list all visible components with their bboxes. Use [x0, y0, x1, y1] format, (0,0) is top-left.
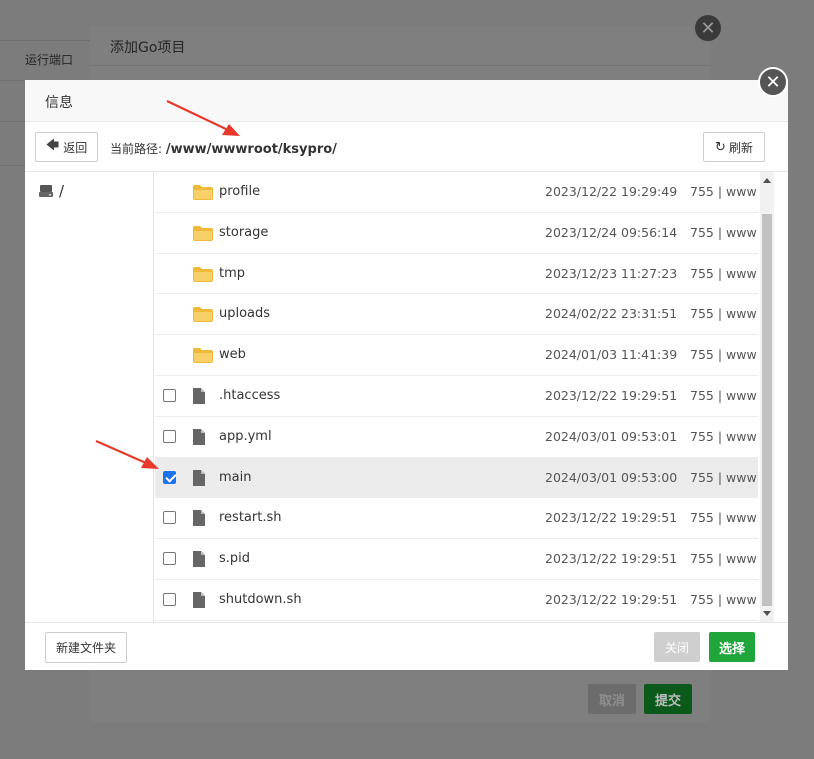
- choose-button[interactable]: 选择: [709, 632, 755, 662]
- file-name: storage: [219, 224, 269, 240]
- scroll-down-icon[interactable]: [763, 611, 771, 616]
- file-date: 2023/12/22 19:29:49: [545, 184, 678, 199]
- file-date: 2023/12/24 09:56:14: [545, 224, 678, 240]
- file-permission: 755 | www: [690, 184, 757, 199]
- file-permission: 755 | www: [690, 387, 757, 403]
- folder-icon: [193, 225, 213, 241]
- file-icon: [193, 510, 205, 527]
- file-name: s.pid: [219, 551, 251, 567]
- dialog-title: 信息: [25, 80, 788, 122]
- file-row[interactable]: app.yml 2024/03/01 09:53:01 755 | www: [155, 417, 758, 458]
- file-name: web: [219, 347, 246, 363]
- file-icon: [193, 591, 205, 608]
- file-checkbox[interactable]: [163, 388, 176, 402]
- file-checkbox[interactable]: [163, 429, 176, 443]
- file-picker-dialog: 信息 🡄 返回 当前路径: /www/wwwroot/ksypro/ ↻ 刷新 …: [25, 80, 788, 670]
- file-row[interactable]: tmp 2023/12/23 11:27:23 755 | www: [155, 254, 758, 295]
- file-name: main: [219, 469, 252, 485]
- directory-tree: /: [25, 172, 154, 622]
- file-row[interactable]: restart.sh 2023/12/22 19:29:51 755 | www: [155, 498, 758, 540]
- file-date: 2023/12/22 19:29:51: [545, 551, 678, 567]
- file-name: profile: [219, 184, 261, 199]
- file-row[interactable]: .htaccess 2023/12/22 19:29:51 755 | www: [155, 376, 758, 417]
- file-date: 2024/03/01 09:53:00: [545, 469, 678, 485]
- file-permission: 755 | www: [690, 224, 757, 240]
- file-permission: 755 | www: [690, 265, 757, 281]
- drive-icon: [39, 185, 53, 197]
- submit-button[interactable]: 提交: [644, 684, 692, 714]
- root-label: /: [59, 182, 65, 200]
- file-row[interactable]: web 2024/01/03 11:41:39 755 | www: [155, 335, 758, 376]
- file-row[interactable]: s.pid 2023/12/22 19:29:51 755 | www: [155, 539, 758, 580]
- current-path: 当前路径: /www/wwwroot/ksypro/: [110, 140, 337, 157]
- file-list-scrollbar[interactable]: [760, 172, 774, 622]
- new-folder-button[interactable]: 新建文件夹: [45, 632, 127, 663]
- file-date: 2023/12/22 19:29:51: [545, 591, 678, 607]
- refresh-label: 刷新: [728, 140, 753, 155]
- close-under-dialog-icon[interactable]: ✕: [693, 13, 723, 43]
- file-icon: [193, 469, 205, 486]
- background-column-label: 运行端口: [25, 53, 74, 67]
- file-permission: 755 | www: [690, 591, 757, 607]
- path-bar: 🡄 返回 当前路径: /www/wwwroot/ksypro/ ↻ 刷新: [25, 122, 788, 172]
- file-list: profile 2023/12/22 19:29:49 755 | www stora…: [155, 172, 758, 622]
- folder-icon: [193, 266, 213, 282]
- refresh-icon: ↻: [715, 139, 726, 155]
- file-name: tmp: [219, 265, 246, 281]
- close-button[interactable]: 关闭: [654, 632, 700, 662]
- file-name: .htaccess: [219, 387, 281, 403]
- path-label: 当前路径:: [110, 142, 163, 156]
- file-name: app.yml: [219, 428, 272, 444]
- file-icon: [193, 387, 205, 404]
- file-row[interactable]: storage 2023/12/24 09:56:14 755 | www: [155, 213, 758, 254]
- file-date: 2023/12/23 11:27:23: [545, 265, 678, 281]
- file-permission: 755 | www: [690, 428, 757, 444]
- file-row[interactable]: profile 2023/12/22 19:29:49 755 | www: [155, 172, 758, 213]
- file-icon: [193, 551, 205, 568]
- file-checkbox[interactable]: [163, 470, 176, 484]
- cancel-button[interactable]: 取消: [588, 684, 636, 714]
- close-dialog-icon[interactable]: ✕: [758, 67, 788, 97]
- file-permission: 755 | www: [690, 551, 757, 567]
- add-go-project-title: 添加Go项目: [90, 26, 710, 66]
- file-name: uploads: [219, 306, 271, 322]
- back-label: 返回: [63, 140, 88, 155]
- file-date: 2024/01/03 11:41:39: [545, 347, 678, 363]
- file-date: 2023/12/22 19:29:51: [545, 387, 678, 403]
- file-permission: 755 | www: [690, 469, 757, 485]
- scrollbar-thumb[interactable]: [762, 214, 772, 606]
- file-date: 2024/02/22 23:31:51: [545, 306, 678, 322]
- folder-icon: [193, 185, 213, 200]
- file-date: 2023/12/22 19:29:51: [545, 510, 678, 526]
- file-permission: 755 | www: [690, 306, 757, 322]
- file-name: restart.sh: [219, 510, 282, 526]
- file-permission: 755 | www: [690, 347, 757, 363]
- file-row[interactable]: shutdown.sh 2023/12/22 19:29:51 755 | www: [155, 580, 758, 621]
- file-checkbox[interactable]: [163, 511, 176, 525]
- folder-icon: [193, 348, 213, 364]
- folder-icon: [193, 307, 213, 323]
- file-date: 2024/03/01 09:53:01: [545, 428, 678, 444]
- file-row[interactable]: main 2024/03/01 09:53:00 755 | www: [155, 457, 758, 499]
- dialog-footer: 新建文件夹 关闭 选择: [25, 622, 788, 670]
- back-arrow-icon: 🡄: [45, 138, 60, 153]
- file-checkbox[interactable]: [163, 592, 176, 606]
- back-button[interactable]: 🡄 返回: [35, 132, 98, 162]
- file-name: shutdown.sh: [219, 591, 302, 607]
- refresh-button[interactable]: ↻ 刷新: [703, 132, 765, 162]
- root-drive[interactable]: /: [39, 182, 64, 200]
- scroll-up-icon[interactable]: [763, 178, 771, 183]
- file-checkbox[interactable]: [163, 552, 176, 566]
- path-value: /www/wwwroot/ksypro/: [165, 142, 337, 157]
- file-row[interactable]: uploads 2024/02/22 23:31:51 755 | www: [155, 294, 758, 336]
- file-icon: [193, 428, 205, 445]
- file-permission: 755 | www: [690, 510, 757, 526]
